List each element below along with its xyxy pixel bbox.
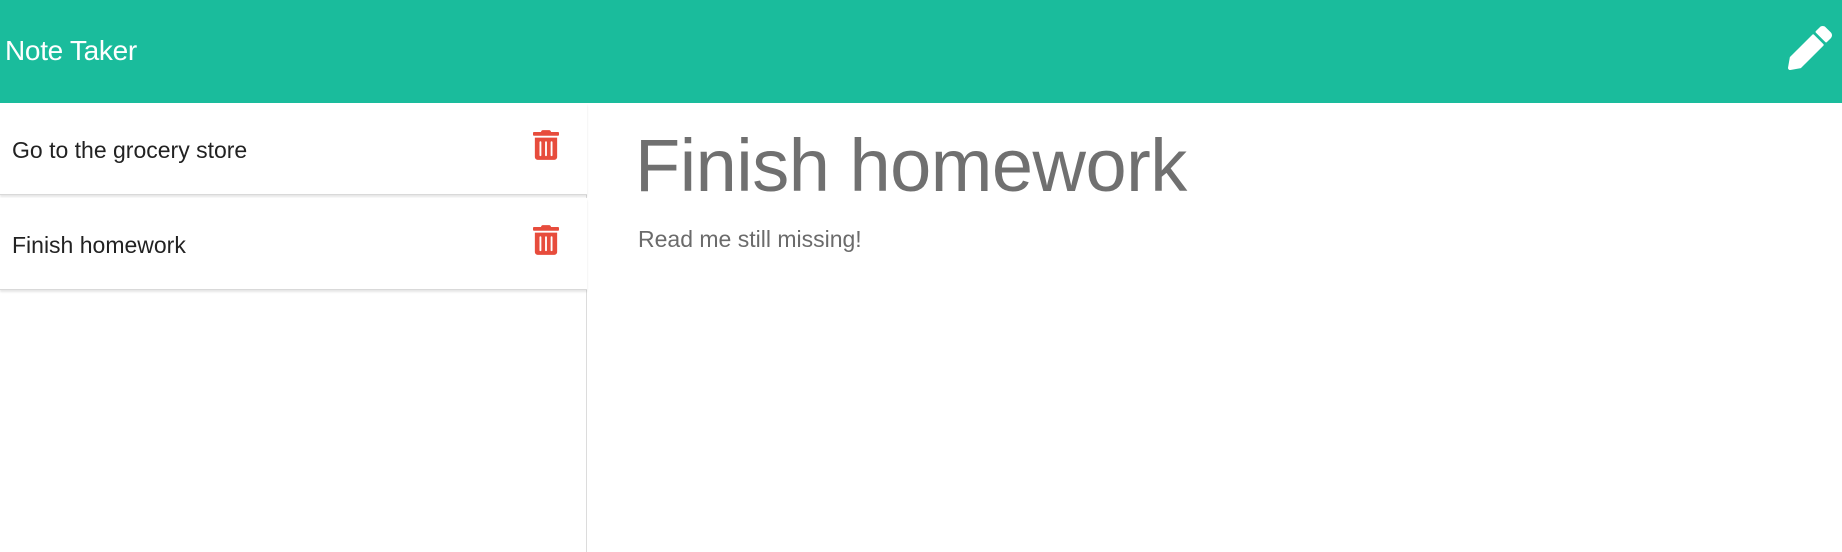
- list-item[interactable]: Finish homework: [0, 198, 587, 290]
- trash-icon[interactable]: [533, 225, 559, 255]
- navbar: Note Taker: [0, 0, 1842, 103]
- note-title-field[interactable]: Finish homework: [635, 123, 1187, 209]
- note-text-field[interactable]: Read me still missing!: [638, 224, 862, 254]
- note-viewer: Finish homework Read me still missing!: [588, 103, 1842, 552]
- list-item[interactable]: Go to the grocery store: [0, 103, 587, 195]
- pencil-icon-graphic: [1788, 26, 1832, 70]
- notes-sidebar: Go to the grocery store Finish homework: [0, 103, 587, 552]
- trash-icon-graphic: [533, 130, 559, 160]
- trash-icon-graphic: [533, 225, 559, 255]
- pencil-icon[interactable]: [1788, 26, 1832, 70]
- note-list-title[interactable]: Finish homework: [12, 231, 186, 259]
- trash-icon[interactable]: [533, 130, 559, 160]
- app-title[interactable]: Note Taker: [5, 33, 137, 69]
- note-list-title[interactable]: Go to the grocery store: [12, 136, 247, 164]
